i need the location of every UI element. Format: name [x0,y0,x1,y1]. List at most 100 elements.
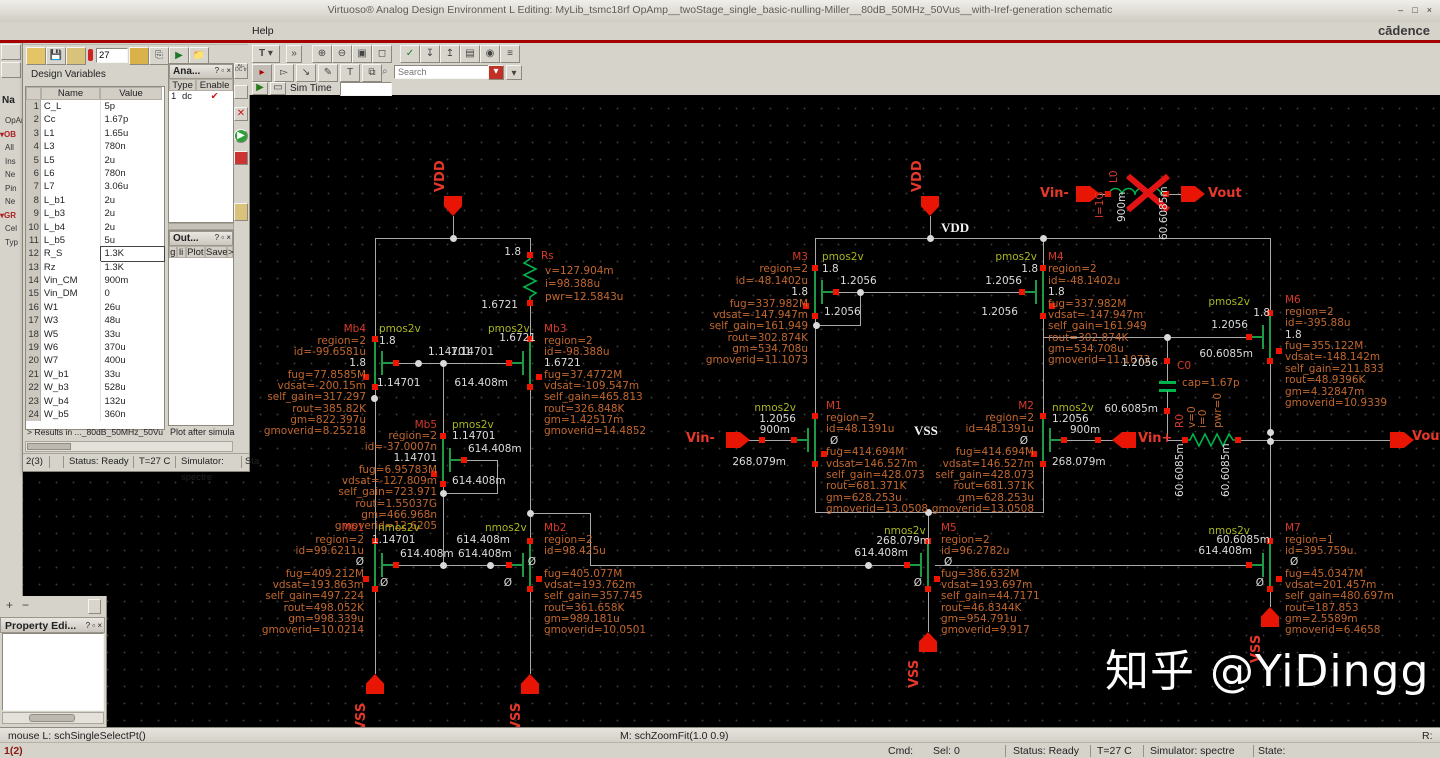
navigator-item[interactable]: Ne [0,195,22,209]
sim-dialog-icon[interactable]: ▭ [270,82,286,95]
select-group-icon[interactable]: ⧉ [362,64,382,82]
navigator-item[interactable]: Pin [0,182,22,196]
zoom-out-icon[interactable]: ⊖ [332,45,352,63]
design-variable-row[interactable]: 15 Vin_DM 0 [26,287,164,301]
variable-value[interactable]: 360n [101,408,164,421]
check-save-icon[interactable]: ✓ [400,45,420,63]
design-variable-row[interactable]: 23 W_b4 132u [26,394,164,408]
design-variable-row[interactable]: 12 R_S 1.3K [26,246,165,262]
design-variable-row[interactable]: 14 Vin_CM 900m [26,274,164,288]
variable-value[interactable]: 370u [101,341,164,354]
sim-time-input[interactable] [340,82,392,96]
search-input[interactable] [394,65,490,79]
print-icon[interactable]: ▤ [460,45,480,63]
zoom-fit-icon[interactable]: ▣ [352,45,372,63]
run-simulation-icon[interactable]: ▶ [234,129,248,143]
panel-buttons[interactable]: ? ▫ × [215,64,231,77]
variable-value[interactable]: 1.3K [100,246,165,262]
navigator-item[interactable]: OpAm [0,114,22,128]
scroll-thumb[interactable] [27,443,71,450]
design-variable-row[interactable]: 20 W7 400u [26,354,164,368]
select-label-icon[interactable]: T [340,64,360,82]
scroll-thumb[interactable] [29,714,75,722]
property-editor-titlebar[interactable]: Property Edi... ? ▫ × [0,617,105,633]
navigator-item[interactable]: ▾GR [0,209,22,223]
design-variable-row[interactable]: 10 L_b4 2u [26,220,164,234]
variable-value[interactable]: 33u [101,328,164,341]
variable-value[interactable]: 3.06u [101,180,164,193]
netlist-icon[interactable]: ⎘ [149,47,169,65]
design-variable-row[interactable]: 7 L7 3.06u [26,180,164,194]
variable-value[interactable]: 780n [101,140,164,153]
design-variable-row[interactable]: 22 W_b3 528u [26,381,164,395]
run-sim-icon[interactable]: ▶ [252,82,268,95]
probe-icon[interactable]: ◉ [480,45,500,63]
navigator-item[interactable]: Ins [0,155,22,169]
design-variable-row[interactable]: 6 L6 780n [26,166,164,181]
select-pin-icon[interactable]: ✎ [318,64,338,82]
search-options-icon[interactable]: ▾ [488,65,504,80]
name-column-header[interactable]: Name [41,87,100,100]
open-icon[interactable] [26,47,46,65]
navigator-item[interactable]: All [0,141,22,155]
resistor-rs[interactable] [522,254,538,302]
variable-value[interactable]: 1.67p [101,113,164,126]
navigator-item[interactable]: Ne [0,168,22,182]
design-variable-row[interactable]: 21 W_b1 33u [26,367,164,382]
variable-value[interactable]: 1.3K [101,261,164,274]
analysis-row[interactable]: 1 dc ✔ [169,91,233,103]
design-variable-row[interactable]: 9 L_b3 2u [26,207,164,221]
descend-icon[interactable]: ↧ [420,45,440,63]
zoom-plus-button[interactable]: + [6,598,13,612]
property-editor-body[interactable] [2,633,104,711]
stop-simulation-icon[interactable] [234,151,248,165]
design-variable-row[interactable]: 4 L3 780n [26,140,164,154]
analysis-type-icon[interactable]: AC DC tr [234,63,248,79]
maximize-button[interactable]: □ [1412,5,1417,15]
panel-buttons[interactable]: ? ▫ × [215,231,231,244]
ascend-icon[interactable]: ↥ [440,45,460,63]
session-icon[interactable] [66,47,86,65]
strip-tool-icon[interactable] [1,44,21,60]
select-wire-icon[interactable]: ↘ [296,64,316,82]
panel-splitter[interactable] [168,223,234,230]
zoom-minus-button[interactable]: − [22,598,29,612]
design-variable-row[interactable]: 3 L1 1.65u [26,126,164,141]
options-icon[interactable]: ≡ [500,45,520,63]
navigator-item[interactable]: Cel [0,222,22,236]
navigator-item[interactable]: ▾OB [0,128,22,142]
value-column-header[interactable]: Value [100,87,162,100]
pe-hscrollbar[interactable] [2,712,104,724]
menu-help[interactable]: Help [252,25,274,37]
variable-value[interactable]: 2u [101,221,164,234]
design-variable-row[interactable]: 17 W3 48u [26,314,164,328]
variable-value[interactable]: 132u [101,395,164,408]
variables-icon[interactable] [129,47,149,65]
close-button[interactable]: × [1427,5,1432,15]
toolbar-overflow-icon[interactable]: » [286,45,302,63]
variable-value[interactable]: 2u [101,154,164,167]
select-filter-icon[interactable]: ▸ [252,64,272,82]
design-variable-row[interactable]: 8 L_b1 2u [26,193,164,208]
variable-value[interactable]: 2u [101,194,164,207]
dock-icon[interactable] [88,599,101,614]
ade-hscrollbar[interactable] [25,441,233,452]
design-variable-row[interactable]: 18 W5 33u [26,327,164,342]
design-variable-row[interactable]: 24 W_b5 360n [26,407,164,422]
design-variable-row[interactable]: 16 W1 26u [26,300,164,315]
design-variable-row[interactable]: 19 W6 370u [26,341,164,355]
design-variable-row[interactable]: 5 L5 2u [26,153,164,167]
main-titlebar[interactable]: Virtuoso® Analog Design Environment L Ed… [0,0,1440,23]
minimize-button[interactable]: – [1398,5,1403,15]
delete-icon[interactable]: ✕ [234,107,248,121]
variable-value[interactable]: 780n [101,167,164,180]
variable-value[interactable]: 1.65u [101,127,164,140]
navigator-item[interactable]: Typ [0,236,22,250]
analysis-enable-checkbox[interactable]: ✔ [195,91,219,102]
design-variable-row[interactable]: 1 C_L 5p [26,100,164,114]
variable-value[interactable]: 2u [101,207,164,220]
text-tool-icon[interactable]: T ▾ [252,45,280,63]
zoom-in-icon[interactable]: ⊕ [312,45,332,63]
variable-value[interactable]: 48u [101,314,164,327]
design-variable-row[interactable]: 2 Cc 1.67p [26,113,164,127]
